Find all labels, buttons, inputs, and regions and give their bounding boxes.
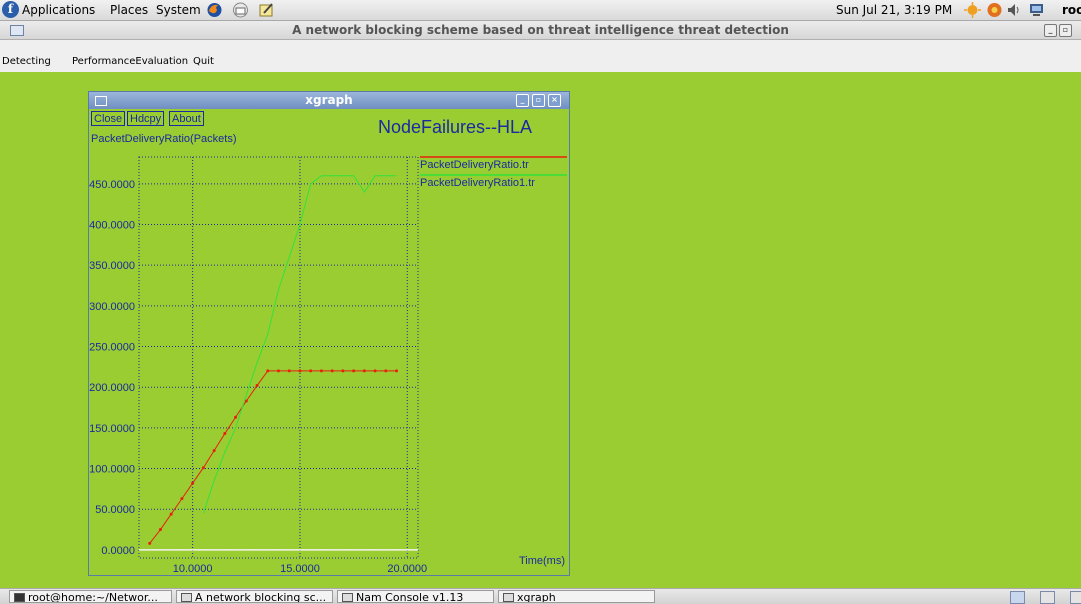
applications-menu[interactable]: Applications bbox=[22, 3, 95, 17]
series-point bbox=[373, 369, 377, 373]
series-point bbox=[223, 432, 227, 436]
series-point bbox=[266, 369, 270, 373]
window-icon bbox=[95, 96, 107, 106]
top-panel: f Applications Places System Sun Jul 21,… bbox=[0, 0, 1081, 21]
series-point bbox=[298, 369, 302, 373]
taskbar-item-xgraph[interactable]: xgraph bbox=[498, 590, 655, 603]
series-point bbox=[362, 369, 366, 373]
system-menu[interactable]: System bbox=[156, 3, 201, 17]
xgraph-window-title: xgraph bbox=[305, 93, 353, 107]
menu-quit[interactable]: Quit bbox=[193, 56, 214, 67]
y-tick-label: 400.0000 bbox=[89, 220, 135, 232]
maximize-icon[interactable]: ▫ bbox=[532, 94, 545, 107]
bottom-taskbar: root@home:~/Networ... A network blocking… bbox=[0, 588, 1081, 604]
x-tick-label: 20.0000 bbox=[387, 563, 427, 575]
y-tick-label: 350.0000 bbox=[89, 260, 135, 272]
y-tick-label: 100.0000 bbox=[89, 464, 135, 476]
menu-detecting[interactable]: Detecting bbox=[2, 56, 51, 67]
task-label: A network blocking sc... bbox=[195, 591, 327, 603]
series-point bbox=[169, 512, 173, 516]
taskbar-item-main-window[interactable]: A network blocking sc... bbox=[176, 590, 333, 603]
terminal-icon bbox=[14, 593, 25, 602]
main-window-titlebar[interactable]: A network blocking scheme based on threa… bbox=[0, 21, 1081, 40]
window-icon bbox=[503, 593, 514, 602]
close-icon[interactable]: × bbox=[548, 94, 561, 107]
clock[interactable]: Sun Jul 21, 3:19 PM bbox=[836, 3, 952, 17]
network-icon[interactable] bbox=[1028, 2, 1045, 18]
taskbar-item-nam-console[interactable]: Nam Console v1.13 bbox=[337, 590, 494, 603]
series-point bbox=[319, 369, 323, 373]
user-menu[interactable]: roo bbox=[1062, 3, 1081, 17]
y-tick-label: 50.0000 bbox=[95, 504, 135, 516]
update-notifier-icon[interactable] bbox=[964, 2, 981, 18]
volume-icon[interactable] bbox=[1006, 2, 1023, 18]
places-menu[interactable]: Places bbox=[110, 3, 148, 17]
series-point bbox=[395, 369, 399, 373]
y-tick-label: 0.0000 bbox=[101, 545, 135, 557]
window-icon bbox=[10, 25, 24, 36]
main-window-title: A network blocking scheme based on threa… bbox=[292, 23, 789, 37]
series-point bbox=[352, 369, 356, 373]
series-point bbox=[191, 481, 195, 485]
note-editor-icon[interactable] bbox=[258, 2, 275, 18]
series-point bbox=[384, 369, 388, 373]
main-menubar: Detecting PerformanceEvaluation Quit bbox=[0, 40, 1081, 72]
series-point bbox=[255, 384, 259, 388]
xgraph-window: xgraph _ ▫ × Close Hdcpy About PacketDel… bbox=[88, 91, 570, 576]
menu-performance-evaluation[interactable]: PerformanceEvaluation bbox=[72, 56, 188, 67]
series-line-1 bbox=[149, 370, 397, 544]
y-tick-label: 250.0000 bbox=[89, 342, 135, 354]
xgraph-titlebar[interactable]: xgraph _ ▫ × bbox=[89, 92, 569, 109]
y-tick-label: 450.0000 bbox=[89, 179, 135, 191]
y-tick-label: 150.0000 bbox=[89, 423, 135, 435]
x-tick-label: 10.0000 bbox=[173, 563, 213, 575]
series-point bbox=[234, 415, 238, 419]
status-icon[interactable] bbox=[986, 2, 1003, 18]
y-tick-label: 200.0000 bbox=[89, 382, 135, 394]
maximize-icon[interactable]: ▫ bbox=[1059, 24, 1072, 37]
legend-label: PacketDeliveryRatio1.tr bbox=[420, 177, 535, 189]
series-point bbox=[309, 369, 313, 373]
series-point bbox=[201, 466, 205, 470]
plot-area: 0.0000 50.0000 100.0000 150.0000 200.0000 250… bbox=[89, 156, 567, 575]
workspace-1[interactable] bbox=[1010, 591, 1025, 604]
fedora-logo-icon[interactable]: f bbox=[2, 1, 19, 18]
taskbar-item-terminal[interactable]: root@home:~/Networ... bbox=[9, 590, 172, 603]
window-icon bbox=[342, 593, 353, 602]
workspace-2[interactable] bbox=[1040, 591, 1055, 604]
series-point bbox=[341, 369, 345, 373]
series-point bbox=[330, 369, 334, 373]
trash-icon[interactable] bbox=[1070, 591, 1081, 604]
x-axis-title: Time(ms) bbox=[519, 555, 565, 567]
series-point bbox=[148, 541, 152, 545]
series-point bbox=[287, 369, 291, 373]
x-tick-label: 15.0000 bbox=[280, 563, 320, 575]
minimize-icon[interactable]: _ bbox=[1044, 24, 1057, 37]
minimize-icon[interactable]: _ bbox=[516, 94, 529, 107]
series-point bbox=[212, 449, 216, 453]
series-point bbox=[180, 497, 184, 501]
window-icon bbox=[181, 593, 192, 602]
task-label: xgraph bbox=[517, 591, 556, 603]
task-label: Nam Console v1.13 bbox=[356, 591, 464, 603]
series-point bbox=[277, 369, 280, 373]
mail-icon[interactable] bbox=[232, 2, 249, 18]
task-label: root@home:~/Networ... bbox=[28, 591, 158, 603]
y-tick-label: 300.0000 bbox=[89, 301, 135, 313]
legend-label: PacketDeliveryRatio.tr bbox=[420, 159, 529, 171]
firefox-icon[interactable] bbox=[206, 2, 223, 18]
series-point bbox=[158, 528, 162, 532]
